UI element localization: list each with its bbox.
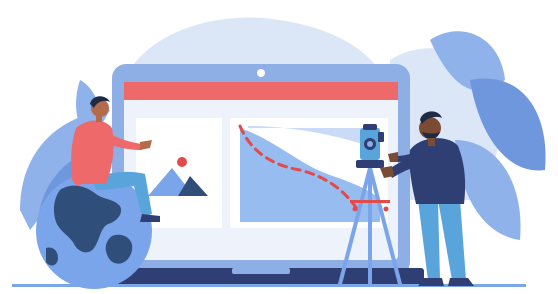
laptop-trackpad-notch — [232, 268, 290, 274]
illustration-svg — [12, 17, 546, 289]
laptop — [112, 64, 410, 276]
laptop-camera — [257, 69, 265, 77]
globe — [36, 173, 152, 289]
surveying-illustration — [0, 0, 558, 294]
browser-top-bar — [124, 82, 398, 100]
